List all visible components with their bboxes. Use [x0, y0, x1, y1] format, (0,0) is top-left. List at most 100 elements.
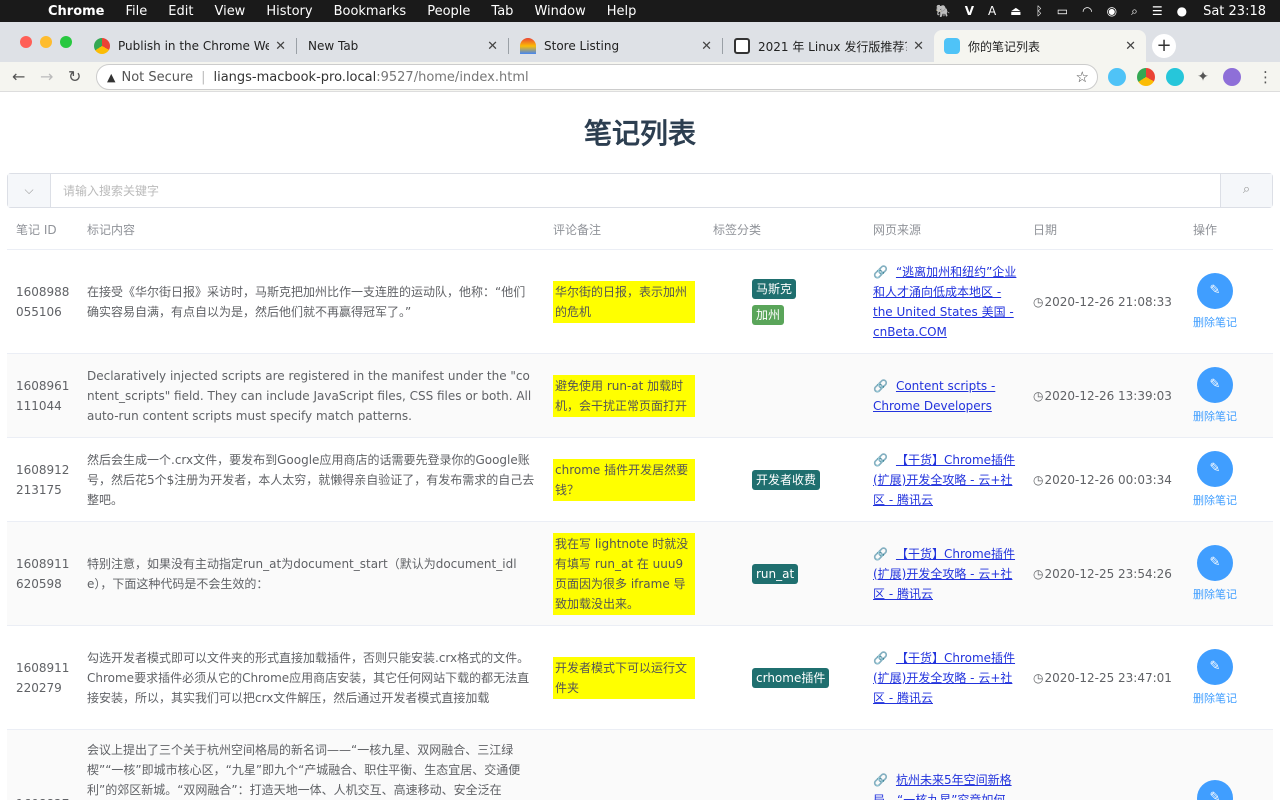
cube-extension-icon[interactable]: [1166, 68, 1184, 86]
tab-note-list[interactable]: 你的笔记列表 ✕: [934, 30, 1146, 62]
delete-note-button[interactable]: 删除笔记: [1193, 314, 1237, 330]
search-icon[interactable]: ⌕: [1131, 4, 1138, 19]
tab-v2ex[interactable]: 2021 年 Linux 发行版推荐？ - V2EX ✕: [724, 30, 934, 62]
source-link[interactable]: 【干货】Chrome插件(扩展)开发全攻略 - 云+社区 - 腾讯云: [873, 547, 1015, 601]
zoom-window-button[interactable]: [60, 36, 72, 48]
page-content: 笔记列表 ⌵ ⌕ 笔记 ID 标记内容 评论备注 标签分类 网页来源 日期 操作…: [0, 92, 1280, 800]
close-tab-icon[interactable]: ✕: [487, 39, 498, 54]
text-a-icon[interactable]: A: [988, 4, 996, 18]
lightnote-extension-icon[interactable]: [1108, 68, 1126, 86]
note-source: 🔗 杭州未来5年空间新格局，“一核九星”究竟如何: [873, 730, 1018, 800]
tag-badge[interactable]: run_at: [752, 563, 799, 584]
menu-people[interactable]: People: [427, 4, 470, 19]
tag-badge[interactable]: crhome插件: [752, 667, 830, 688]
bluetooth-icon[interactable]: ᛒ: [1036, 4, 1043, 18]
search-input[interactable]: [63, 182, 1163, 200]
note-date-text: 2020-12-25 23:47:01: [1044, 670, 1172, 685]
note-id: 1608961111044: [16, 378, 70, 413]
edit-note-button[interactable]: ✎: [1197, 273, 1233, 309]
edit-note-button[interactable]: ✎: [1197, 780, 1233, 800]
search-filter-dropdown[interactable]: ⌵: [8, 174, 51, 207]
menubar-clock[interactable]: Sat 23:18: [1203, 4, 1266, 19]
note-tags: crhome插件: [752, 626, 862, 729]
clock-icon: ◷: [1033, 388, 1044, 403]
menu-tab[interactable]: Tab: [491, 4, 513, 19]
menu-help[interactable]: Help: [607, 4, 637, 19]
note-id: 1608988055106: [16, 284, 70, 319]
battery-icon[interactable]: ▭: [1057, 4, 1068, 18]
window-controls: [20, 36, 80, 48]
chrome-extension-icon[interactable]: [1137, 68, 1155, 86]
note-actions: ✎ 删除笔记: [1185, 354, 1245, 437]
forward-arrow-icon[interactable]: →: [40, 67, 53, 86]
menu-app-name[interactable]: Chrome: [48, 4, 105, 19]
minimize-window-button[interactable]: [40, 36, 52, 48]
note-tags: [752, 354, 862, 437]
delete-note-button[interactable]: 删除笔记: [1193, 690, 1237, 706]
note-id: 1608911220279: [16, 660, 70, 695]
tag-badge[interactable]: 加州: [752, 304, 785, 325]
note-source: 🔗 “逃离加州和纽约”企业和人才涌向低成本地区 - the United Stat…: [873, 250, 1018, 353]
menu-edit[interactable]: Edit: [168, 4, 193, 19]
new-tab-button[interactable]: +: [1152, 34, 1176, 58]
source-link[interactable]: “逃离加州和纽约”企业和人才涌向低成本地区 - the United State…: [873, 265, 1016, 339]
search-button[interactable]: ⌕: [1220, 174, 1272, 207]
delete-note-button[interactable]: 删除笔记: [1193, 408, 1237, 424]
menu-view[interactable]: View: [214, 4, 245, 19]
source-link[interactable]: Content scripts - Chrome Developers: [873, 379, 995, 413]
tab-new-tab[interactable]: New Tab ✕: [298, 30, 509, 62]
link-icon: 🔗: [873, 378, 888, 393]
source-link[interactable]: 【干货】Chrome插件(扩展)开发全攻略 - 云+社区 - 腾讯云: [873, 453, 1015, 507]
edit-note-button[interactable]: ✎: [1197, 649, 1233, 685]
edit-note-button[interactable]: ✎: [1197, 451, 1233, 487]
extensions-puzzle-icon[interactable]: ✦: [1194, 68, 1212, 86]
note-comment: 开发者模式下可以运行文件夹: [553, 626, 695, 729]
user-icon[interactable]: ◉: [1107, 4, 1117, 18]
close-tab-icon[interactable]: ✕: [701, 39, 712, 54]
delete-note-button[interactable]: 删除笔记: [1193, 492, 1237, 508]
edit-pencil-icon: ✎: [1209, 659, 1221, 674]
url-path: :9527/home/index.html: [376, 69, 529, 85]
tab-chrome-web-store[interactable]: Publish in the Chrome Web Store ✕: [84, 30, 297, 62]
source-link[interactable]: 【干货】Chrome插件(扩展)开发全攻略 - 云+社区 - 腾讯云: [873, 651, 1015, 705]
control-center-icon[interactable]: ☰: [1152, 4, 1163, 18]
source-link[interactable]: 杭州未来5年空间新格局，“一核九星”究竟如何: [873, 773, 1012, 800]
tag-badge[interactable]: 开发者收费: [752, 469, 821, 490]
vim-icon[interactable]: 𝗩: [965, 4, 974, 18]
tab-store-listing[interactable]: Store Listing ✕: [510, 30, 723, 62]
col-tags: 标签分类: [713, 223, 762, 237]
back-arrow-icon[interactable]: ←: [12, 67, 25, 86]
evernote-icon[interactable]: 🐘: [936, 4, 951, 18]
reload-icon[interactable]: ↻: [68, 67, 81, 86]
delete-note-button[interactable]: 删除笔记: [1193, 586, 1237, 602]
edit-note-button[interactable]: ✎: [1197, 545, 1233, 581]
tag-badge[interactable]: 马斯克: [752, 278, 797, 299]
security-label[interactable]: Not Secure: [121, 70, 193, 85]
address-bar[interactable]: ▲ Not Secure | liangs-macbook-pro.local:…: [96, 64, 1098, 90]
note-date: ◷ 2020-12-26 13:39:03: [1033, 354, 1173, 437]
close-tab-icon[interactable]: ✕: [275, 39, 286, 54]
close-window-button[interactable]: [20, 36, 32, 48]
eject-icon[interactable]: ⏏: [1010, 4, 1021, 18]
note-date: ◷ 2020-12-25 23:47:01: [1033, 626, 1173, 729]
profile-avatar[interactable]: [1223, 68, 1241, 86]
warning-icon: ▲: [107, 70, 116, 84]
edit-pencil-icon: ✎: [1209, 283, 1221, 298]
menu-window[interactable]: Window: [534, 4, 585, 19]
siri-icon[interactable]: ●: [1177, 4, 1187, 18]
menu-file[interactable]: File: [126, 4, 148, 19]
tab-title: Store Listing: [544, 39, 620, 53]
wifi-icon[interactable]: ◠: [1082, 4, 1092, 18]
note-content: Declaratively injected scripts are regis…: [87, 368, 532, 423]
note-source: 🔗 Content scripts - Chrome Developers: [873, 354, 1018, 437]
edit-note-button[interactable]: ✎: [1197, 367, 1233, 403]
close-tab-icon[interactable]: ✕: [1125, 39, 1136, 54]
menu-history[interactable]: History: [266, 4, 312, 19]
close-tab-icon[interactable]: ✕: [913, 39, 924, 54]
note-date-text: 2020-12-26 21:08:33: [1044, 294, 1172, 309]
chrome-menu-icon[interactable]: ⋮: [1258, 68, 1273, 86]
bookmark-star-icon[interactable]: ☆: [1076, 68, 1089, 86]
menu-bookmarks[interactable]: Bookmarks: [334, 4, 407, 19]
note-tags: 开发者收费: [752, 438, 862, 521]
clock-icon: ◷: [1033, 670, 1044, 685]
